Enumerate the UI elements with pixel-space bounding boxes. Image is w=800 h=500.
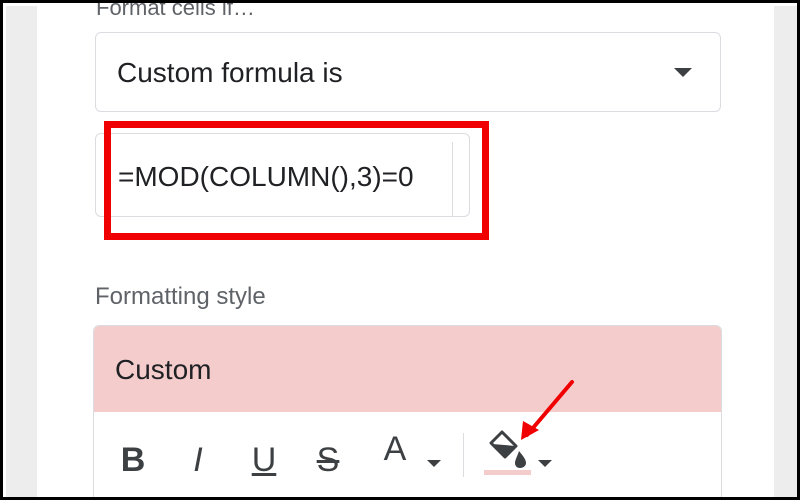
formula-highlight-box — [104, 121, 489, 240]
fill-color-swatch — [484, 470, 531, 475]
text-color-icon[interactable]: A — [379, 429, 411, 469]
format-cells-if-label: Format cells if… — [96, 0, 255, 20]
text-color-dropdown-icon[interactable] — [427, 460, 441, 467]
underline-icon[interactable]: U — [249, 440, 279, 480]
left-gray-margin — [6, 6, 37, 497]
toolbar-divider — [463, 433, 464, 477]
condition-dropdown-value: Custom formula is — [117, 57, 343, 88]
formatting-style-card: Custom B I U S A — [93, 325, 722, 497]
formatting-style-preset: Custom — [115, 354, 212, 385]
strikethrough-icon[interactable]: S — [313, 440, 343, 480]
arrow-icon — [521, 380, 574, 440]
screenshot-frame: Format cells if… Custom formula is =MOD(… — [0, 0, 800, 500]
formatting-style-preview[interactable]: Custom — [94, 326, 721, 413]
bold-icon[interactable]: B — [118, 440, 148, 480]
chevron-down-icon[interactable] — [674, 68, 692, 77]
right-gray-scroll-track[interactable] — [774, 6, 797, 497]
condition-dropdown[interactable]: Custom formula is — [95, 32, 721, 112]
italic-icon[interactable]: I — [181, 440, 215, 480]
formatting-style-label: Formatting style — [95, 283, 266, 310]
formatting-toolbar: B I U S A — [94, 412, 721, 497]
fill-color-dropdown-icon[interactable] — [538, 460, 552, 467]
